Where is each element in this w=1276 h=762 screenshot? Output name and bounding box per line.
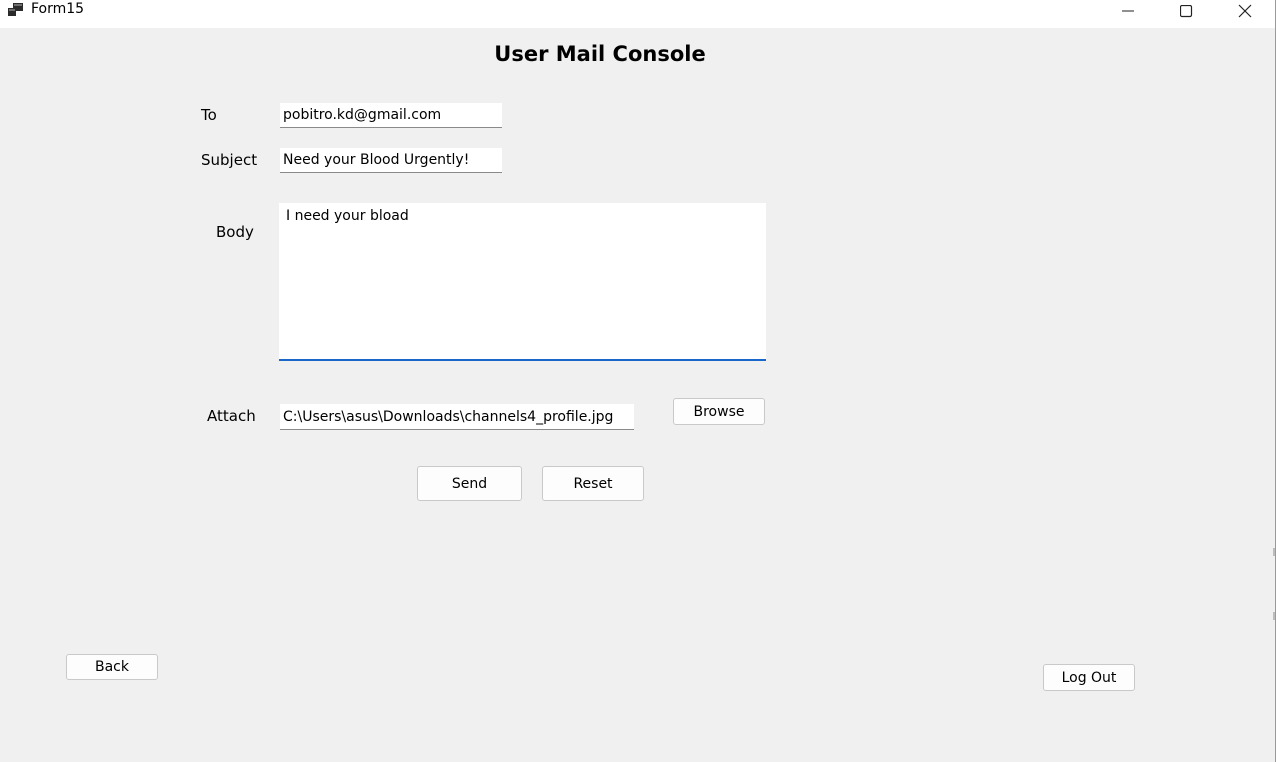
close-icon bbox=[1238, 4, 1252, 18]
reset-button[interactable]: Reset bbox=[542, 466, 644, 501]
subject-field[interactable] bbox=[280, 148, 502, 173]
minimize-icon bbox=[1122, 10, 1134, 12]
maximize-icon bbox=[1179, 4, 1192, 17]
attach-label: Attach bbox=[207, 407, 256, 425]
logout-button[interactable]: Log Out bbox=[1043, 664, 1135, 691]
subject-label: Subject bbox=[201, 151, 258, 169]
maximize-button[interactable] bbox=[1163, 0, 1209, 22]
app-icon bbox=[8, 3, 23, 16]
window-title: Form15 bbox=[31, 1, 85, 17]
body-label: Body bbox=[216, 223, 254, 241]
body-textarea[interactable]: I need your bload bbox=[279, 203, 766, 361]
title-bar[interactable]: Form15 bbox=[0, 0, 1275, 28]
form15-window: Form15 User Mail Console To Subject Body… bbox=[0, 0, 1276, 762]
browse-button[interactable]: Browse bbox=[673, 398, 765, 425]
page-title: User Mail Console bbox=[494, 42, 706, 66]
attach-path-field[interactable] bbox=[280, 404, 634, 430]
close-button[interactable] bbox=[1222, 0, 1268, 22]
back-button[interactable]: Back bbox=[66, 654, 158, 680]
to-label: To bbox=[201, 106, 217, 124]
to-field[interactable] bbox=[280, 103, 502, 128]
window-edge-mark bbox=[1273, 612, 1275, 620]
send-button[interactable]: Send bbox=[417, 466, 522, 501]
window-edge-mark bbox=[1273, 548, 1275, 556]
minimize-button[interactable] bbox=[1105, 0, 1151, 22]
